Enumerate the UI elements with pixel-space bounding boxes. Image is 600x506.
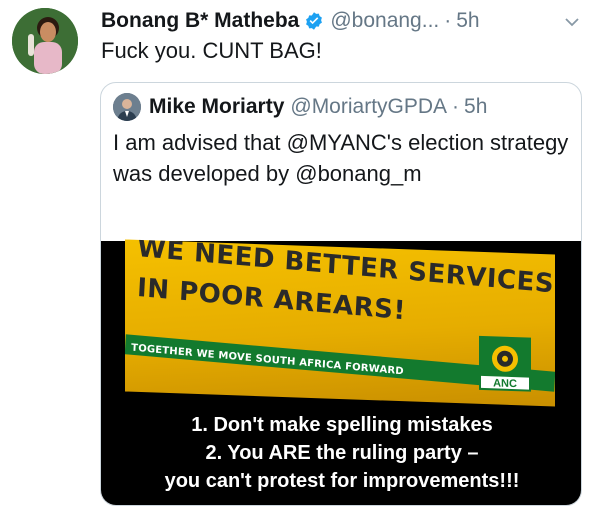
tweet-text: Fuck you. CUNT BAG!: [101, 38, 322, 63]
quoted-tweet[interactable]: Mike Moriarty @MoriartyGPDA · 5h I am ad…: [100, 82, 582, 506]
quoted-avatar-photo: [113, 93, 141, 121]
caption-line: you can't protest for improvements!!!: [164, 470, 520, 492]
tweet-header: Bonang B* Matheba @bonang... · 5h: [101, 6, 580, 36]
avatar-photo: [12, 8, 78, 74]
quoted-user-avatar: [113, 93, 141, 121]
caption-line: 2. You ARE the ruling party –: [205, 442, 479, 464]
separator-dot: ·: [444, 9, 452, 32]
chevron-down-icon[interactable]: [564, 14, 580, 30]
quoted-author-name[interactable]: Mike Moriarty: [149, 95, 284, 119]
author-handle[interactable]: @bonang...: [330, 9, 439, 33]
anc-logo-icon: ANC: [479, 335, 531, 392]
user-avatar[interactable]: [12, 8, 78, 74]
anc-logo-text: ANC: [493, 377, 517, 390]
tweet-timestamp[interactable]: 5h: [456, 9, 479, 33]
quoted-author-handle[interactable]: @MoriartyGPDA: [290, 95, 447, 119]
quoted-tweet-timestamp[interactable]: 5h: [464, 95, 487, 119]
image-caption: 1. Don't make spelling mistakes 2. You A…: [101, 411, 581, 495]
verified-badge-icon: [306, 12, 323, 30]
quoted-tweet-image[interactable]: WE NEED BETTER SERVICES IN POOR AREARS! …: [101, 239, 581, 505]
quoted-tweet-text: I am advised that @MYANC's election stra…: [113, 130, 569, 186]
caption-line: 1. Don't make spelling mistakes: [191, 414, 493, 436]
separator-dot: ·: [452, 95, 460, 118]
protest-banner: WE NEED BETTER SERVICES IN POOR AREARS! …: [125, 239, 555, 407]
author-name[interactable]: Bonang B* Matheba: [101, 9, 299, 33]
quoted-tweet-header: Mike Moriarty @MoriartyGPDA · 5h: [113, 93, 487, 121]
